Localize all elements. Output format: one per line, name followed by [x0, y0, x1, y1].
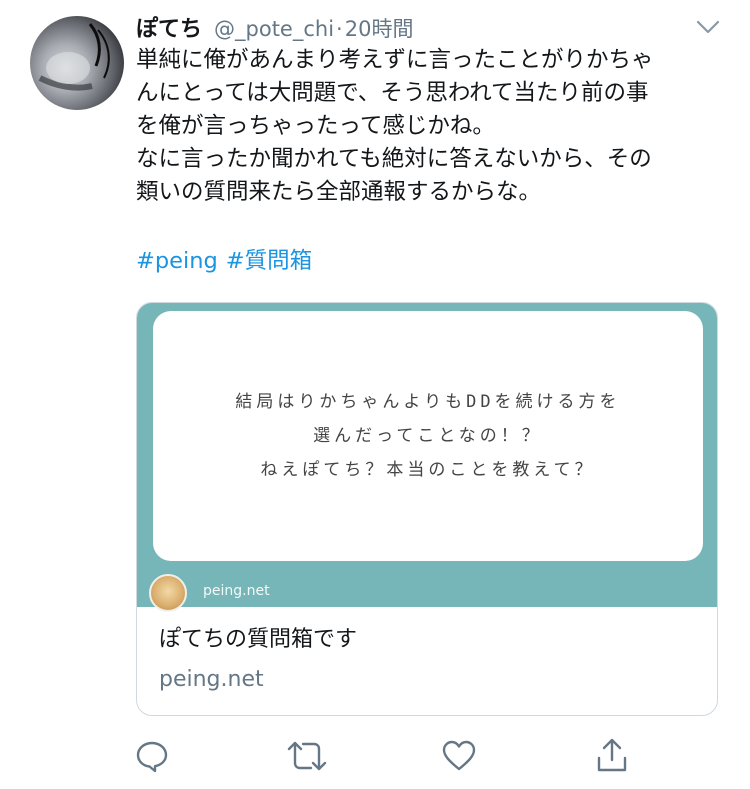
- hashtag-link[interactable]: #peing: [136, 248, 218, 274]
- hashtag-row: #peing #質問箱: [136, 245, 320, 278]
- retweet-icon[interactable]: [287, 738, 327, 774]
- display-name[interactable]: ぽてち: [136, 11, 202, 43]
- question-line: 結局はりかちゃんよりもDDを続ける方を: [235, 392, 621, 412]
- tweet-text-line: を俺が言っちゃったって感じかね。: [136, 113, 495, 139]
- avatar-image: [38, 23, 110, 91]
- hashtag-link[interactable]: #質問箱: [226, 248, 312, 274]
- tweet-header: ぽてち @_pote_chi · 20時間: [136, 11, 413, 43]
- separator-dot: ·: [336, 17, 343, 41]
- tweet-text: 単純に俺があんまり考えずに言ったことがりかちゃ んにとっては大問題で、そう思われ…: [136, 44, 720, 209]
- question-line: ねえぽてち？本当のことを教えて？: [260, 460, 596, 480]
- question-line: 選んだってことなの！？: [313, 426, 543, 446]
- tweet-timestamp[interactable]: 20時間: [345, 13, 414, 43]
- heart-icon[interactable]: [441, 738, 477, 774]
- reply-icon[interactable]: [134, 738, 170, 774]
- tweet-text-line: んにとっては大問題で、そう思われて当たり前の事: [136, 80, 649, 106]
- card-title: ぽてちの質問箱です: [159, 627, 358, 652]
- tweet-text-line: なに言ったか聞かれても絶対に答えないから、その: [136, 146, 652, 172]
- link-preview-card[interactable]: 結局はりかちゃんよりもDDを続ける方を 選んだってことなの！？ ねえぽてち？本当…: [136, 302, 718, 716]
- card-image: 結局はりかちゃんよりもDDを続ける方を 選んだってことなの！？ ねえぽてち？本当…: [137, 303, 717, 612]
- tweet-actions: [0, 738, 750, 778]
- chevron-down-icon[interactable]: [694, 16, 722, 38]
- share-icon[interactable]: [594, 738, 630, 774]
- tweet-text-line: 類いの質問来たら全部通報するからな。: [136, 179, 542, 205]
- question-box: 結局はりかちゃんよりもDDを続ける方を 選んだってことなの！？ ねえぽてち？本当…: [153, 311, 703, 561]
- profile-avatar[interactable]: [30, 16, 124, 110]
- card-body: ぽてちの質問箱です peing.net: [137, 607, 717, 715]
- card-image-domain: peing.net: [203, 583, 270, 599]
- tweet-text-line: 単純に俺があんまり考えずに言ったことがりかちゃ: [136, 47, 654, 73]
- card-domain: peing.net: [159, 667, 264, 692]
- user-handle[interactable]: @_pote_chi: [214, 17, 334, 41]
